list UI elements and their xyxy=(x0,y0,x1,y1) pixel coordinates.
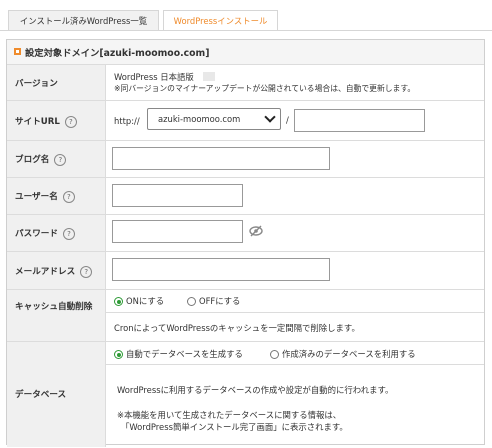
cache-separator xyxy=(106,312,484,313)
question-circle-icon[interactable]: ? xyxy=(62,227,75,240)
database-label: データベース xyxy=(15,390,67,400)
password-input[interactable] xyxy=(112,220,243,243)
row-user-name: ユーザー名? xyxy=(7,177,484,215)
db-note-1: WordPressに利用するデータベースの作成や設定が自動的に行われます。 xyxy=(117,385,394,395)
domain-select-value: azuki-moomoo.com xyxy=(158,114,241,124)
row-password: パスワード? xyxy=(7,214,484,252)
cache-note: CronによってWordPressのキャッシュを一定間隔で削除します。 xyxy=(114,323,360,333)
panel-header: 設定対象ドメイン[azuki-moomoo.com] xyxy=(7,40,484,65)
radio-on[interactable] xyxy=(114,297,123,306)
domain-select[interactable]: azuki-moomoo.com xyxy=(147,108,281,130)
tab-bar: インストール済みWordPress一覧 WordPressインストール xyxy=(0,0,492,31)
radio-db-existing[interactable] xyxy=(270,350,279,359)
row-cache: キャッシュ自動削除 ONにする OFFにする CronによってWordPress… xyxy=(7,289,484,342)
panel-title: 設定対象ドメイン[azuki-moomoo.com] xyxy=(25,48,210,59)
db-note-2: ※本機能を用いて生成されたデータベースに関する情報は、 xyxy=(117,410,342,420)
tab-divider xyxy=(0,30,492,31)
cache-on-option[interactable]: ONにする xyxy=(114,295,164,307)
email-label: メールアドレス xyxy=(15,267,76,277)
eye-slash-icon[interactable] xyxy=(249,225,263,237)
radio-db-auto[interactable] xyxy=(114,350,123,359)
cache-on-label: ONにする xyxy=(126,296,165,306)
db-note-3: 「WordPress簡単インストール完了画面」に表示されます。 xyxy=(121,422,348,432)
db-existing-option[interactable]: 作成済みのデータベースを利用する xyxy=(270,348,416,360)
password-label: パスワード xyxy=(15,229,58,239)
db-auto-option[interactable]: 自動でデータベースを生成する xyxy=(114,348,243,360)
db-existing-label: 作成済みのデータベースを利用する xyxy=(282,349,416,359)
orange-square-icon xyxy=(14,48,21,55)
tab-installed-list[interactable]: インストール済みWordPress一覧 xyxy=(8,10,159,30)
row-email: メールアドレス? xyxy=(7,251,484,290)
version-value: WordPress 日本語版 xyxy=(114,72,194,82)
question-circle-icon[interactable]: ? xyxy=(54,153,67,166)
cache-off-option[interactable]: OFFにする xyxy=(187,295,240,307)
blog-name-input[interactable] xyxy=(112,147,330,170)
question-circle-icon[interactable]: ? xyxy=(62,190,75,203)
row-database: データベース 自動でデータベースを生成する 作成済みのデータベースを利用する W… xyxy=(7,341,484,447)
db-auto-label: 自動でデータベースを生成する xyxy=(126,349,243,359)
chevron-down-icon xyxy=(264,111,276,123)
question-circle-icon[interactable]: ? xyxy=(64,115,77,128)
row-version: バージョン WordPress 日本語版 ※同バージョンのマイナーアップデートが… xyxy=(7,64,484,101)
version-blurred-number xyxy=(203,72,215,81)
question-circle-icon[interactable]: ? xyxy=(80,265,93,278)
user-name-label: ユーザー名 xyxy=(15,192,58,202)
user-name-input[interactable] xyxy=(112,184,243,207)
url-path-input[interactable] xyxy=(294,109,425,132)
row-blog-name: ブログ名? xyxy=(7,140,484,178)
url-prefix: http:// xyxy=(114,116,140,126)
cache-label: キャッシュ自動削除 xyxy=(15,302,93,312)
version-note: ※同バージョンのマイナーアップデートが公開されている場合は、自動で更新します。 xyxy=(114,84,416,93)
blog-name-label: ブログ名 xyxy=(15,155,50,165)
email-input[interactable] xyxy=(112,258,330,281)
radio-off[interactable] xyxy=(187,297,196,306)
version-label: バージョン xyxy=(15,79,58,89)
cache-off-label: OFFにする xyxy=(199,296,241,306)
site-url-label: サイトURL xyxy=(15,117,60,127)
tab-wordpress-install[interactable]: WordPressインストール xyxy=(163,10,278,31)
database-separator xyxy=(106,364,484,365)
url-slash: / xyxy=(286,115,289,125)
install-form-panel: 設定対象ドメイン[azuki-moomoo.com] バージョン WordPre… xyxy=(6,39,485,447)
